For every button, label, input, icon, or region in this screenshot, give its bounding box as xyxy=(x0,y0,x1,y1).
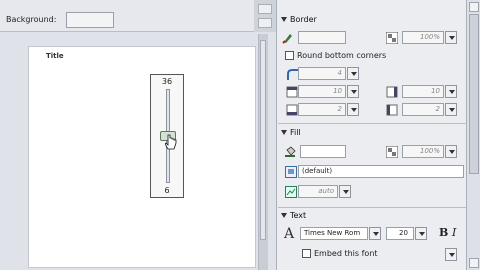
italic-button[interactable]: I xyxy=(452,226,456,239)
bold-button[interactable]: B xyxy=(439,226,448,239)
slider-min-label: 6 xyxy=(164,186,170,195)
fill-image-field[interactable]: (default) xyxy=(298,165,464,178)
collapse-triangle-icon xyxy=(281,130,287,135)
text-icon: A xyxy=(284,226,295,242)
text-section-header[interactable]: Text xyxy=(278,210,466,222)
background-label: Background: xyxy=(6,15,57,24)
fill-alpha-value: 100% xyxy=(419,147,440,155)
image-mode-icon xyxy=(285,186,297,198)
checkerboard-icon xyxy=(386,146,398,158)
border-color-field[interactable] xyxy=(298,31,346,44)
fill-image-value: (default) xyxy=(302,167,333,175)
toolbar-end-pane xyxy=(254,0,276,32)
paint-bucket-icon xyxy=(285,146,296,157)
slider-max-label: 36 xyxy=(161,77,173,86)
font-size-field[interactable]: 20 xyxy=(386,227,414,240)
text-heading: Text xyxy=(290,211,307,220)
border-alpha-dropdown[interactable] xyxy=(445,31,457,44)
toolbar-cell[interactable] xyxy=(258,18,272,28)
cursor-icon xyxy=(165,134,177,150)
scrollbar-thumb[interactable] xyxy=(469,14,479,174)
corner-radius-dropdown[interactable] xyxy=(347,67,359,80)
padding-top-dropdown[interactable] xyxy=(347,85,359,98)
padding-right-dropdown[interactable] xyxy=(445,85,457,98)
collapse-triangle-icon xyxy=(281,213,287,218)
corner-radius-icon xyxy=(287,69,298,80)
scroll-down-button[interactable] xyxy=(469,258,479,268)
padding-top-field[interactable]: 10 xyxy=(298,85,346,98)
editor-area: Background: Title 36 6 xyxy=(0,0,276,270)
round-corners-checkbox[interactable] xyxy=(285,51,294,60)
font-size-dropdown[interactable] xyxy=(415,227,427,240)
fill-mode-value: auto xyxy=(318,187,334,195)
padding-right-field[interactable]: 10 xyxy=(402,85,444,98)
section-divider xyxy=(278,207,466,208)
padding-top-value: 10 xyxy=(333,87,342,95)
embed-font-checkbox[interactable] xyxy=(302,249,311,258)
padding-bottom-icon xyxy=(286,104,298,116)
padding-bottom-field[interactable]: 2 xyxy=(298,103,346,116)
fill-heading: Fill xyxy=(290,128,301,137)
round-corners-label: Round bottom corners xyxy=(297,51,387,60)
font-family-dropdown[interactable] xyxy=(369,227,381,240)
background-toolbar: Background: xyxy=(0,0,276,32)
canvas-title: Title xyxy=(46,52,64,60)
padding-top-icon xyxy=(286,86,298,98)
border-alpha-field[interactable]: 100% xyxy=(402,31,444,44)
toolbar-cell[interactable] xyxy=(258,4,272,14)
padding-right-icon xyxy=(386,86,398,98)
border-section-header[interactable]: Border xyxy=(278,14,466,26)
padding-left-field[interactable]: 2 xyxy=(402,103,444,116)
fill-mode-field[interactable]: auto xyxy=(298,185,338,198)
image-icon xyxy=(285,166,297,178)
padding-right-value: 10 xyxy=(431,87,440,95)
border-alpha-value: 100% xyxy=(419,33,440,41)
fill-alpha-field[interactable]: 100% xyxy=(402,145,444,158)
panel-scrollbar[interactable] xyxy=(466,0,480,270)
padding-left-dropdown[interactable] xyxy=(445,103,457,116)
background-color-field[interactable] xyxy=(66,12,114,28)
fill-mode-dropdown[interactable] xyxy=(339,185,351,198)
checkerboard-icon xyxy=(386,32,398,44)
padding-left-icon xyxy=(386,104,398,116)
font-size-value: 20 xyxy=(399,229,408,237)
embed-font-dropdown[interactable] xyxy=(445,248,457,261)
canvas-scrollbar[interactable] xyxy=(260,40,266,240)
fill-color-field[interactable] xyxy=(300,145,346,158)
section-divider xyxy=(278,123,466,124)
font-family-value: Times New Rom xyxy=(304,229,361,237)
scroll-up-button[interactable] xyxy=(469,2,479,12)
font-family-field[interactable]: Times New Rom xyxy=(300,227,368,240)
border-heading: Border xyxy=(290,15,317,24)
pen-icon xyxy=(282,34,292,44)
design-canvas[interactable] xyxy=(28,46,256,268)
padding-left-value: 2 xyxy=(435,105,440,113)
corner-radius-field[interactable]: 4 xyxy=(298,67,346,80)
fill-section-header[interactable]: Fill xyxy=(278,127,466,139)
fill-alpha-dropdown[interactable] xyxy=(445,145,457,158)
embed-font-label: Embed this font xyxy=(314,249,378,258)
collapse-triangle-icon xyxy=(281,17,287,22)
padding-bottom-value: 2 xyxy=(337,105,342,113)
corner-radius-value: 4 xyxy=(337,69,342,77)
padding-bottom-dropdown[interactable] xyxy=(347,103,359,116)
